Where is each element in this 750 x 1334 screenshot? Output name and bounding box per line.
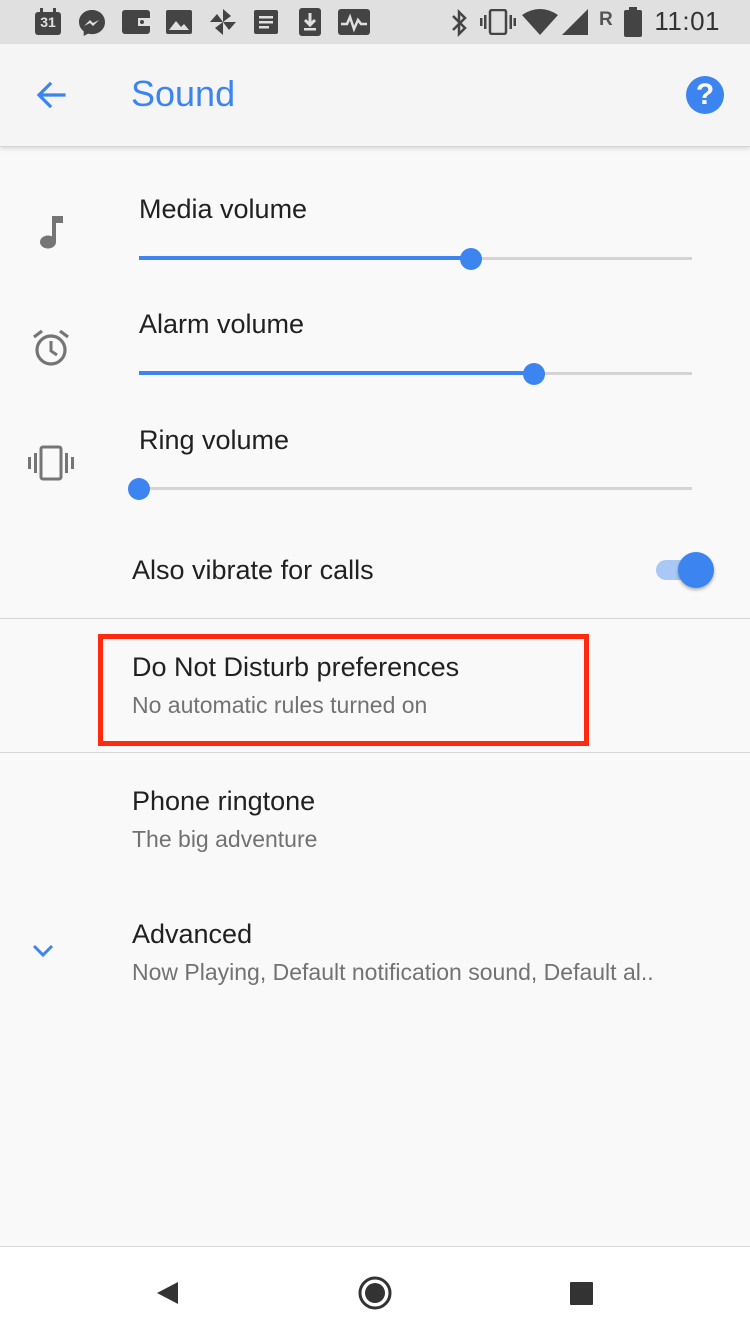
- nav-recents-button[interactable]: [554, 1265, 610, 1321]
- pinwheel-icon: [210, 9, 236, 35]
- navigation-bar: [0, 1246, 750, 1334]
- highlight-box: [98, 634, 589, 746]
- ring-volume-label: Ring volume: [139, 425, 290, 455]
- slider-track: [139, 487, 692, 490]
- alarm-volume-slider[interactable]: [139, 359, 692, 389]
- nav-back-button[interactable]: [140, 1265, 196, 1321]
- vibrate-icon: [28, 445, 74, 481]
- vibrate-for-calls-switch[interactable]: [656, 552, 718, 588]
- chevron-down-icon: [32, 944, 54, 958]
- phone-ringtone-summary: The big adventure: [132, 826, 318, 852]
- calendar-day: 31: [40, 14, 56, 30]
- nav-home-icon: [358, 1276, 392, 1310]
- vibrate-icon: [480, 9, 516, 35]
- slider-fill: [139, 371, 534, 375]
- network-type-label: R: [599, 9, 613, 30]
- help-button[interactable]: ?: [686, 76, 724, 114]
- slider-thumb[interactable]: [523, 363, 545, 385]
- battery-icon: [624, 7, 642, 37]
- phone-ringtone-item[interactable]: Phone ringtone The big adventure: [0, 753, 750, 886]
- vibrate-for-calls-label: Also vibrate for calls: [132, 555, 374, 585]
- page-title: Sound: [131, 73, 236, 114]
- alarm-clock-icon: [33, 329, 69, 366]
- ring-volume-slider[interactable]: [128, 474, 692, 504]
- bluetooth-icon: [452, 9, 467, 37]
- photos-icon: [166, 10, 192, 34]
- media-volume-label: Media volume: [139, 194, 308, 224]
- wallet-icon: [122, 10, 150, 34]
- nav-recents-icon: [570, 1282, 593, 1305]
- slider-thumb[interactable]: [460, 248, 482, 270]
- arrow-back-icon: [36, 81, 66, 109]
- status-time: 11:01: [654, 6, 720, 36]
- app-bar: Sound ?: [0, 44, 750, 147]
- activity-icon: [338, 9, 370, 35]
- back-button[interactable]: [24, 68, 78, 122]
- nav-back-icon: [157, 1282, 178, 1304]
- docs-icon: [254, 10, 278, 34]
- signal-icon: [562, 9, 588, 35]
- slider-thumb[interactable]: [128, 478, 150, 500]
- messenger-icon: [79, 10, 105, 36]
- switch-thumb: [678, 552, 714, 588]
- music-note-icon: [40, 216, 63, 249]
- status-bar: 31 R 11:01: [0, 0, 750, 44]
- advanced-item[interactable]: Advanced Now Playing, Default notificati…: [0, 886, 750, 1019]
- help-icon: ?: [695, 78, 715, 111]
- media-volume-slider[interactable]: [139, 244, 692, 274]
- advanced-title: Advanced: [132, 919, 253, 949]
- phone-ringtone-title: Phone ringtone: [132, 786, 316, 816]
- slider-fill: [139, 256, 471, 260]
- nav-home-button[interactable]: [347, 1265, 403, 1321]
- advanced-summary: Now Playing, Default notification sound,…: [132, 959, 654, 985]
- wifi-icon: [522, 9, 558, 35]
- download-icon: [299, 8, 321, 36]
- alarm-volume-label: Alarm volume: [139, 309, 305, 339]
